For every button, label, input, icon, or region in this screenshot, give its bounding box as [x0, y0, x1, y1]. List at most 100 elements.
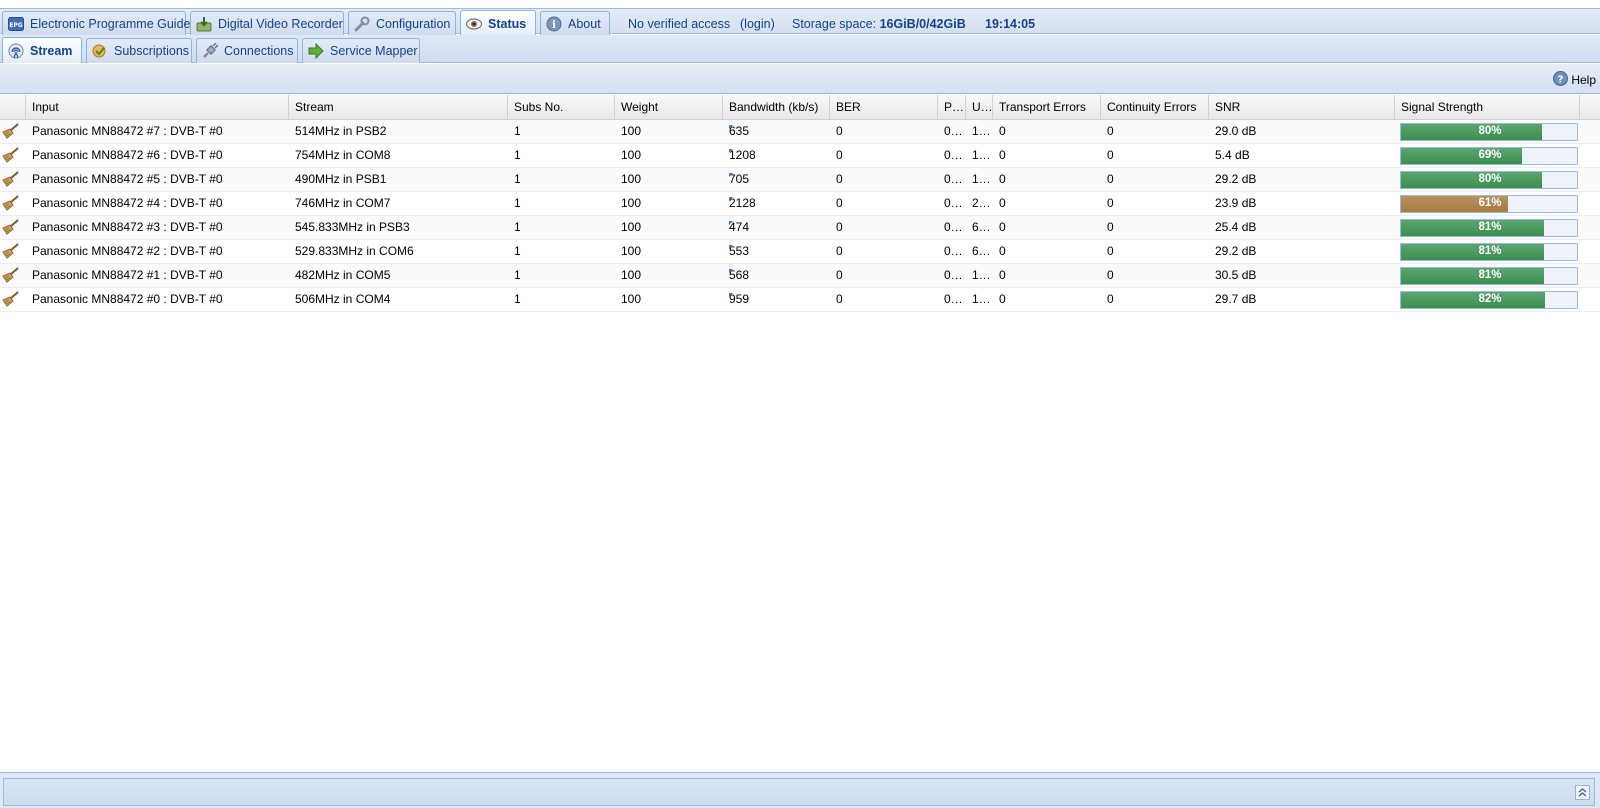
column-header-ber[interactable]: BER — [830, 95, 938, 120]
clean-broom-icon[interactable] — [1, 195, 19, 211]
tab-status[interactable]: Status — [460, 10, 536, 36]
tab-configuration[interactable]: Configuration — [348, 11, 456, 35]
cell-continuity-errors: 0 — [1107, 124, 1114, 138]
help-icon: ? — [1553, 71, 1569, 89]
column-header-transport-errors[interactable]: Transport Errors — [993, 95, 1101, 120]
tab-label: Electronic Programme Guide — [30, 16, 191, 31]
grid-header: Input Stream Subs No. Weight Bandwidth (… — [0, 95, 1600, 120]
cell-continuity-errors: 0 — [1107, 220, 1114, 234]
cell-bandwidth: 474 — [723, 216, 830, 240]
tab-subscriptions[interactable]: Subscriptions — [86, 38, 192, 63]
signal-strength-bar: 82% — [1400, 291, 1578, 309]
clean-broom-icon[interactable] — [1, 123, 19, 139]
help-label: Help — [1571, 73, 1596, 87]
table-row[interactable]: Panasonic MN88472 #7 : DVB-T #0 514MHz i… — [0, 120, 1600, 144]
cell-transport-errors: 0 — [999, 268, 1006, 282]
dvr-icon — [196, 16, 212, 32]
column-header-input[interactable]: Input — [26, 95, 289, 120]
table-row[interactable]: Panasonic MN88472 #4 : DVB-T #0 746MHz i… — [0, 192, 1600, 216]
cell-transport-errors: 0 — [999, 196, 1006, 210]
double-chevron-up-icon — [1578, 788, 1587, 797]
clean-broom-icon[interactable] — [1, 147, 19, 163]
cell-bandwidth: 2128 — [723, 192, 830, 216]
cell-weight: 100 — [621, 244, 642, 258]
cell-transport-errors: 0 — [999, 292, 1006, 306]
cell-bandwidth: 635 — [723, 120, 830, 144]
column-header-weight[interactable]: Weight — [615, 95, 723, 120]
column-header-continuity-errors[interactable]: Continuity Errors — [1101, 95, 1209, 120]
cell-subs-no: 1 — [514, 124, 521, 138]
column-header-p[interactable]: P… — [938, 95, 966, 120]
cell-weight: 100 — [621, 148, 642, 162]
log-panel-header — [3, 778, 1595, 806]
cell-weight: 100 — [621, 268, 642, 282]
table-row[interactable]: Panasonic MN88472 #1 : DVB-T #0 482MHz i… — [0, 264, 1600, 288]
tab-label: Configuration — [376, 16, 451, 31]
clean-broom-icon[interactable] — [1, 291, 19, 307]
tab-epg[interactable]: EPG Electronic Programme Guide — [2, 11, 190, 35]
cell-bandwidth: 959 — [723, 288, 830, 312]
tab-service-mapper[interactable]: Service Mapper — [302, 38, 420, 63]
cell-continuity-errors: 0 — [1107, 196, 1114, 210]
cell-ber: 0 — [836, 124, 843, 138]
cell-p: 0… — [944, 196, 963, 210]
cell-snr: 29.0 dB — [1215, 124, 1257, 138]
arrow-right-icon — [308, 43, 324, 59]
table-row[interactable]: Panasonic MN88472 #6 : DVB-T #0 754MHz i… — [0, 144, 1600, 168]
cell-transport-errors: 0 — [999, 244, 1006, 258]
signal-strength-label: 80% — [1478, 125, 1502, 137]
table-row[interactable]: Panasonic MN88472 #3 : DVB-T #0 545.833M… — [0, 216, 1600, 240]
antenna-icon — [8, 43, 24, 59]
cell-p: 0… — [944, 172, 963, 186]
cell-u: 1… — [972, 148, 991, 162]
clean-broom-icon[interactable] — [1, 171, 19, 187]
help-button[interactable]: ? Help — [1553, 71, 1596, 89]
storage-label: Storage space: — [792, 17, 877, 31]
cell-ber: 0 — [836, 172, 843, 186]
column-header-snr[interactable]: SNR — [1209, 95, 1395, 120]
tab-dvr[interactable]: Digital Video Recorder — [190, 11, 344, 35]
cell-input: Panasonic MN88472 #5 : DVB-T #0 — [32, 172, 223, 186]
cell-ber: 0 — [836, 244, 843, 258]
clean-broom-icon[interactable] — [1, 267, 19, 283]
tab-label: Service Mapper — [330, 44, 418, 58]
table-row[interactable]: Panasonic MN88472 #2 : DVB-T #0 529.833M… — [0, 240, 1600, 264]
expand-panel-button[interactable] — [1575, 785, 1590, 800]
column-header-u[interactable]: U… — [966, 95, 993, 120]
cell-p: 0… — [944, 292, 963, 306]
cell-snr: 30.5 dB — [1215, 268, 1257, 282]
column-header-stream[interactable]: Stream — [289, 95, 508, 120]
clean-broom-icon[interactable] — [1, 243, 19, 259]
clean-broom-icon[interactable] — [1, 219, 19, 235]
cell-continuity-errors: 0 — [1107, 244, 1114, 258]
table-row[interactable]: Panasonic MN88472 #0 : DVB-T #0 506MHz i… — [0, 288, 1600, 312]
signal-strength-label: 80% — [1478, 173, 1502, 185]
signal-strength-bar: 80% — [1400, 171, 1578, 189]
wrench-icon — [354, 16, 370, 32]
cell-u: 6… — [972, 244, 991, 258]
cell-stream: 746MHz in COM7 — [295, 196, 391, 210]
tab-label: Subscriptions — [114, 44, 190, 58]
signal-strength-label: 81% — [1478, 221, 1502, 233]
column-header-subs-no[interactable]: Subs No. — [508, 95, 615, 120]
tab-connections[interactable]: Connections — [196, 38, 298, 63]
tab-stream[interactable]: Stream — [2, 37, 82, 63]
login-link[interactable]: (login) — [740, 17, 775, 31]
cell-continuity-errors: 0 — [1107, 172, 1114, 186]
tab-about[interactable]: i About — [540, 11, 610, 35]
column-header-bandwidth[interactable]: Bandwidth (kb/s) — [723, 95, 830, 120]
cell-u: 6… — [972, 220, 991, 234]
cell-stream: 529.833MHz in COM6 — [295, 244, 414, 258]
bottom-panel — [0, 772, 1600, 808]
signal-strength-bar: 81% — [1400, 243, 1578, 261]
cell-continuity-errors: 0 — [1107, 268, 1114, 282]
column-header-icon[interactable] — [0, 95, 26, 120]
cell-stream: 514MHz in PSB2 — [295, 124, 387, 138]
column-header-signal-strength[interactable]: Signal Strength — [1395, 95, 1580, 120]
cell-weight: 100 — [621, 196, 642, 210]
cell-u: 2… — [972, 196, 991, 210]
table-row[interactable]: Panasonic MN88472 #5 : DVB-T #0 490MHz i… — [0, 168, 1600, 192]
cell-transport-errors: 0 — [999, 148, 1006, 162]
svg-text:EPG: EPG — [9, 22, 22, 29]
cell-snr: 29.2 dB — [1215, 172, 1257, 186]
